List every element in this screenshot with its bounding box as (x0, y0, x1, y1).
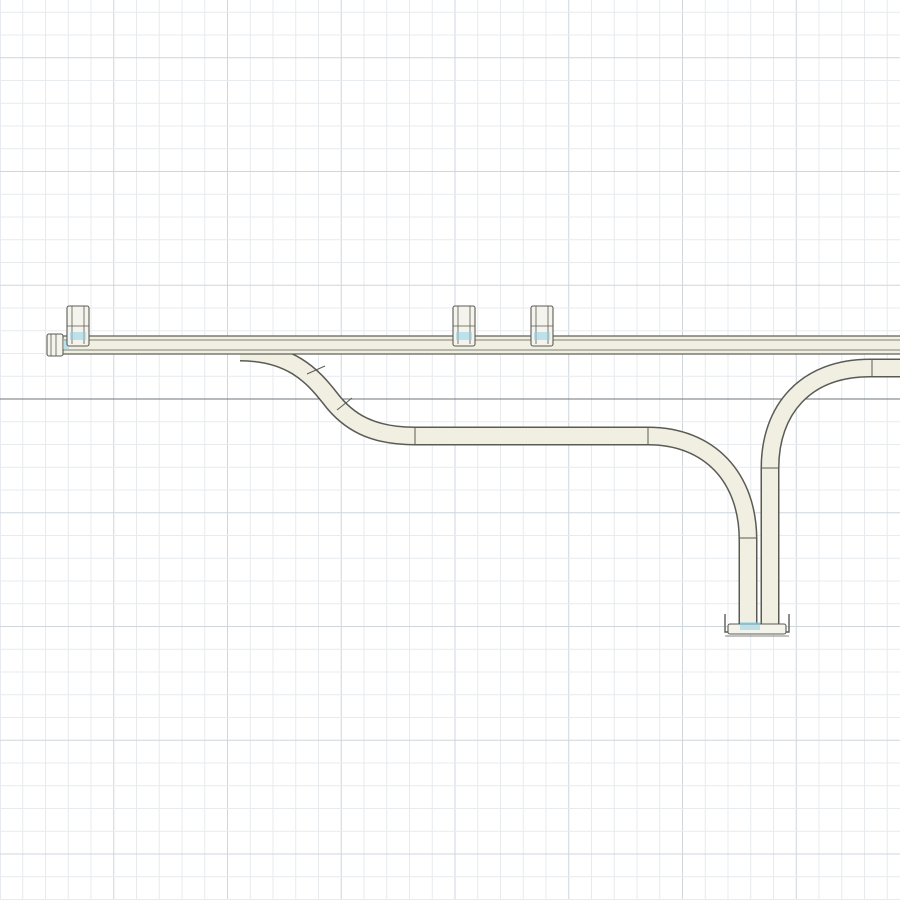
clip-2-accent (456, 332, 472, 340)
clip-3[interactable] (530, 305, 554, 347)
lower-branch-tube[interactable] (239, 342, 758, 630)
upper-branch-body (762, 360, 900, 630)
cad-canvas[interactable] (0, 0, 900, 900)
clip-3-accent (534, 332, 550, 340)
main-rail-tube[interactable] (57, 335, 900, 355)
cad-viewport[interactable] (0, 0, 900, 900)
main-rail-body (57, 335, 900, 355)
upper-branch-tube[interactable] (760, 358, 900, 630)
clip-2[interactable] (452, 305, 476, 347)
lower-branch-body (239, 344, 756, 630)
tube-assembly[interactable] (46, 305, 900, 637)
end-cap-body (46, 333, 64, 357)
bottom-bracket-accent (740, 622, 760, 630)
clip-1-accent (70, 332, 86, 340)
clip-1[interactable] (66, 305, 90, 347)
